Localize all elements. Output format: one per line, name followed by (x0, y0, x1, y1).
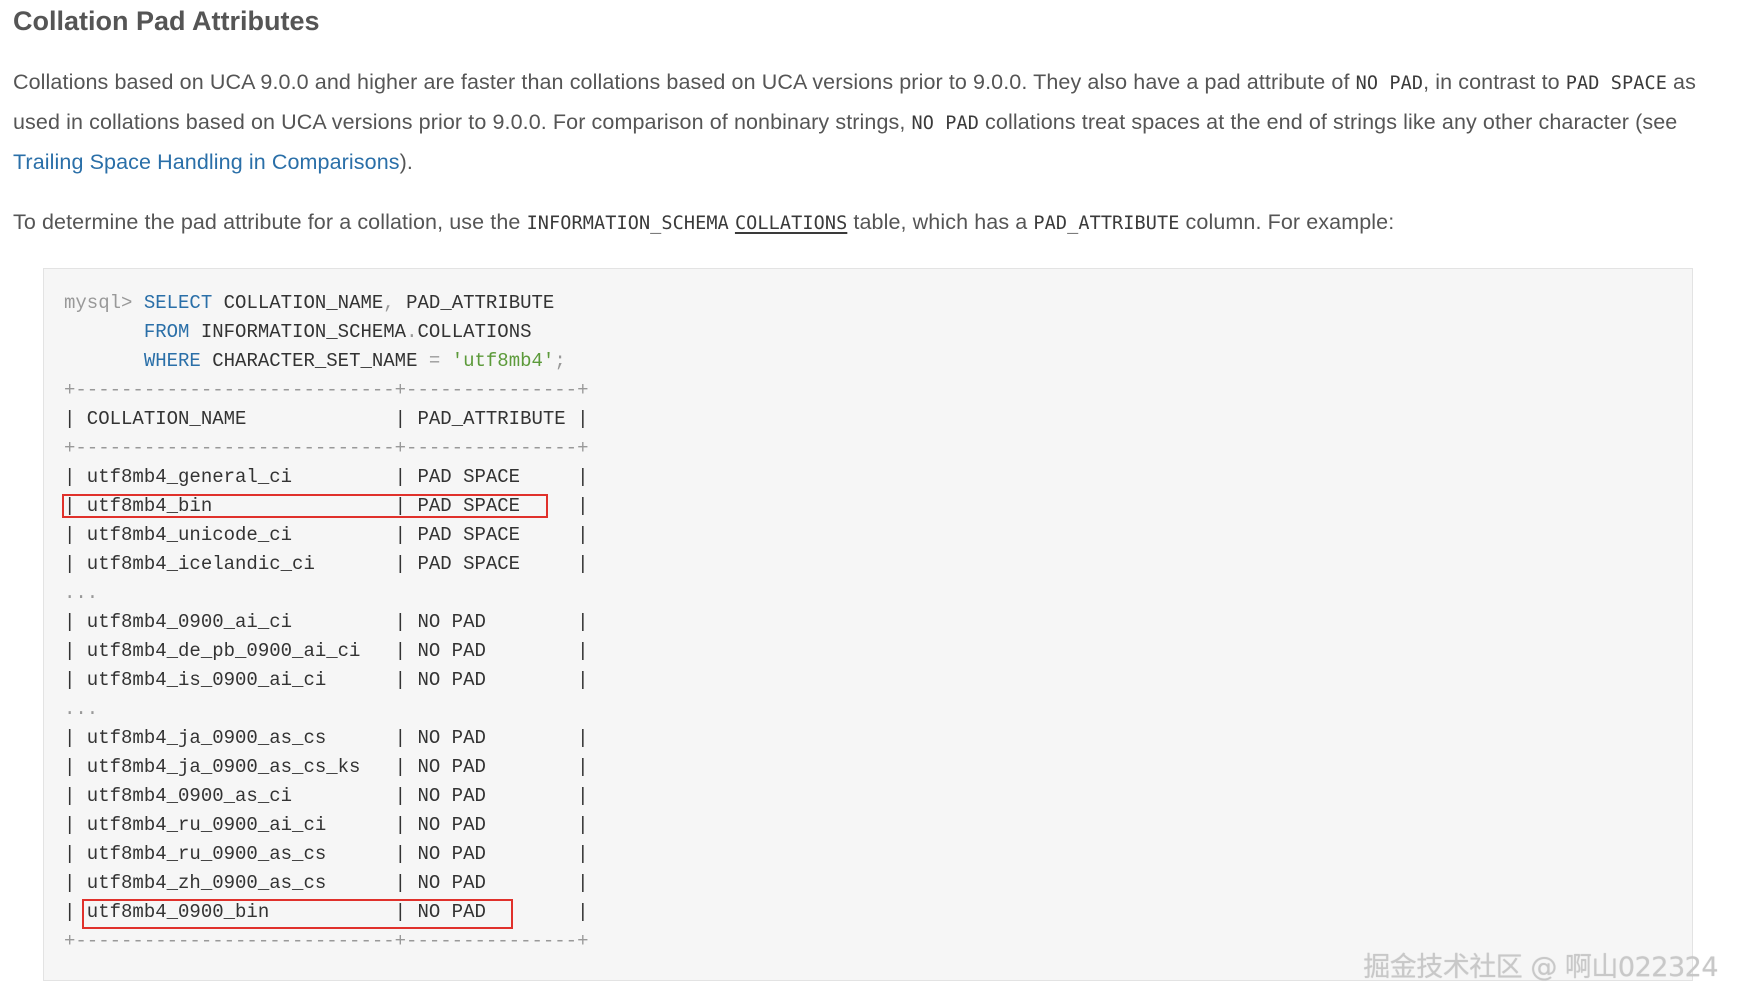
text-span: ). (399, 150, 413, 174)
result-header-row: | COLLATION_NAME | PAD_ATTRIBUTE | (64, 408, 589, 430)
result-row: | utf8mb4_de_pb_0900_ai_ci | NO PAD | (64, 640, 589, 662)
sql-operator: = (428, 350, 441, 372)
result-row: | utf8mb4_is_0900_ai_ci | NO PAD | (64, 669, 589, 691)
sql-string-literal: 'utf8mb4' (451, 350, 555, 372)
result-row: | utf8mb4_ja_0900_as_cs | NO PAD | (64, 727, 589, 749)
ellipsis-row: ... (64, 582, 99, 604)
text-span: collations treat spaces at the end of st… (978, 110, 1678, 134)
result-row: | utf8mb4_ja_0900_as_cs_ks | NO PAD | (64, 756, 589, 778)
collations-table-link[interactable]: COLLATIONS (735, 210, 847, 234)
inline-code-no-pad: NO PAD (911, 113, 979, 134)
table-border: +----------------------------+----------… (64, 437, 589, 459)
sql-column: PAD_ATTRIBUTE (406, 292, 555, 314)
trailing-space-handling-link[interactable]: Trailing Space Handling in Comparisons (13, 150, 400, 174)
inline-code-collations: COLLATIONS (734, 213, 848, 234)
text-span: Collations based on UCA 9.0.0 and higher… (13, 70, 1356, 94)
text-span: To determine the pad attribute for a col… (13, 210, 527, 234)
highlight-box-utf8mb4-0900-bin (82, 899, 513, 929)
table-border: +----------------------------+----------… (64, 930, 589, 952)
highlight-box-utf8mb4-bin (62, 494, 548, 518)
code-example-block: mysql> SELECT COLLATION_NAME, PAD_ATTRIB… (43, 268, 1693, 981)
result-row: | utf8mb4_unicode_ci | PAD SPACE | (64, 524, 589, 546)
inline-code-pad-space: PAD SPACE (1565, 73, 1667, 94)
sql-keyword-where: WHERE (143, 350, 201, 372)
inline-code-pad-attribute: PAD_ATTRIBUTE (1033, 213, 1180, 234)
paragraph-determine-pad-attribute: To determine the pad attribute for a col… (13, 203, 1728, 243)
paragraph-pad-attribute-intro: Collations based on UCA 9.0.0 and higher… (13, 63, 1728, 181)
result-row: | utf8mb4_ru_0900_ai_ci | NO PAD | (64, 814, 589, 836)
text-span: table, which has a (847, 210, 1034, 234)
sql-column: COLLATION_NAME (223, 292, 384, 314)
doc-content: Collation Pad Attributes Collations base… (13, 0, 1728, 243)
result-row: | utf8mb4_ru_0900_as_cs | NO PAD | (64, 843, 589, 865)
result-row: | utf8mb4_icelandic_ci | PAD SPACE | (64, 553, 589, 575)
ellipsis-row: ... (64, 698, 99, 720)
mysql-prompt: mysql> (64, 292, 133, 314)
result-row: | utf8mb4_zh_0900_as_cs | NO PAD | (64, 872, 589, 894)
result-row: | utf8mb4_general_ci | PAD SPACE | (64, 466, 589, 488)
result-row: | utf8mb4_0900_ai_ci | NO PAD | (64, 611, 589, 633)
watermark: 掘金技术社区 @ 啊山022324 (1363, 952, 1718, 983)
text-span: , in contrast to (1423, 70, 1566, 94)
sql-table: COLLATIONS (417, 321, 532, 343)
result-row: | utf8mb4_0900_as_ci | NO PAD | (64, 785, 589, 807)
sql-column: CHARACTER_SET_NAME (212, 350, 418, 372)
section-heading: Collation Pad Attributes (13, 6, 320, 36)
inline-code-information-schema: INFORMATION_SCHEMA (526, 213, 729, 234)
table-border: +----------------------------+----------… (64, 379, 589, 401)
sql-schema: INFORMATION_SCHEMA (200, 321, 407, 343)
inline-code-no-pad: NO PAD (1355, 73, 1424, 94)
text-span: column. For example: (1179, 210, 1395, 234)
code-listing: mysql> SELECT COLLATION_NAME, PAD_ATTRIB… (64, 292, 589, 952)
sql-keyword-from: FROM (143, 321, 190, 343)
sql-keyword-select: SELECT (143, 292, 213, 314)
